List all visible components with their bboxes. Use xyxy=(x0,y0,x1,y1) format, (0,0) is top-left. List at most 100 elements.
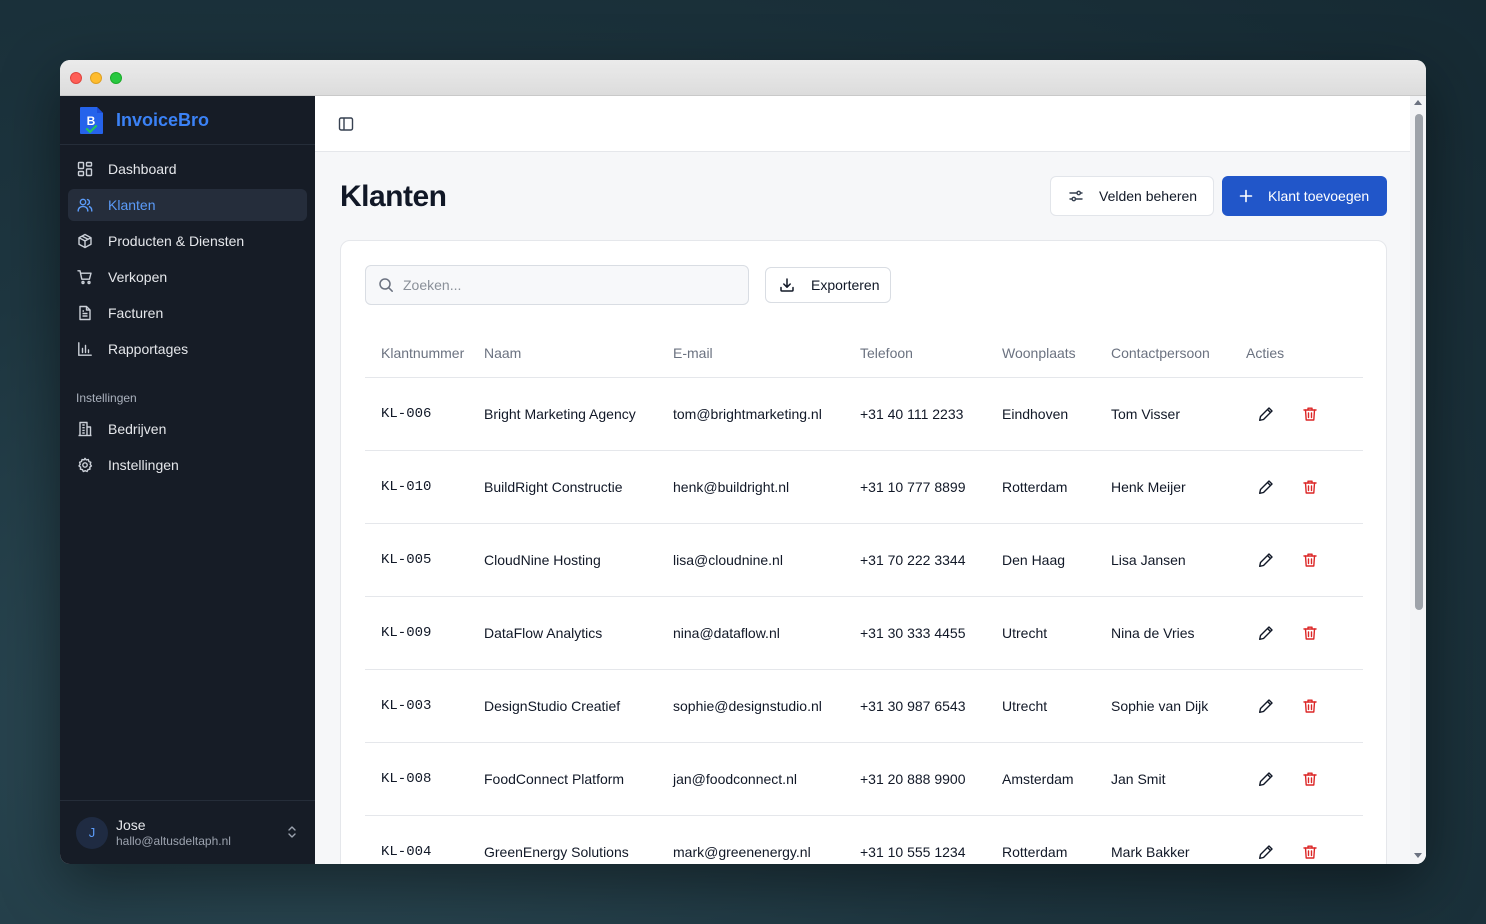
column-header-klantnummer[interactable]: Klantnummer xyxy=(365,345,484,361)
table-row[interactable]: KL-008 FoodConnect Platform jan@foodconn… xyxy=(365,743,1363,816)
sidebar-item-label: Rapportages xyxy=(108,341,189,357)
edit-button[interactable] xyxy=(1252,546,1280,574)
dashboard-icon xyxy=(77,161,93,177)
manage-fields-button[interactable]: Velden beheren xyxy=(1050,176,1214,216)
users-icon xyxy=(77,197,93,213)
delete-button[interactable] xyxy=(1296,400,1324,428)
sidebar-item-verkopen[interactable]: Verkopen xyxy=(68,261,307,293)
cell-telefoon: +31 30 987 6543 xyxy=(860,698,966,714)
edit-button[interactable] xyxy=(1252,692,1280,720)
cell-contactpersoon: Nina de Vries xyxy=(1111,625,1195,641)
table-row[interactable]: KL-005 CloudNine Hosting lisa@cloudnine.… xyxy=(365,524,1363,597)
export-button[interactable]: Exporteren xyxy=(765,267,891,303)
cell-klantnummer: KL-006 xyxy=(381,406,432,422)
cell-naam: DataFlow Analytics xyxy=(484,625,603,641)
delete-button[interactable] xyxy=(1296,473,1324,501)
plus-icon xyxy=(1239,189,1253,203)
brand[interactable]: B InvoiceBro xyxy=(60,96,315,145)
table-row[interactable]: KL-009 DataFlow Analytics nina@dataflow.… xyxy=(365,597,1363,670)
edit-button[interactable] xyxy=(1252,838,1280,864)
column-header-telefoon[interactable]: Telefoon xyxy=(860,345,1002,361)
scrollbar-thumb[interactable] xyxy=(1415,114,1423,610)
edit-button[interactable] xyxy=(1252,619,1280,647)
sidebar-item-label: Instellingen xyxy=(108,457,179,473)
table-row[interactable]: KL-010 BuildRight Constructie henk@build… xyxy=(365,451,1363,524)
edit-button[interactable] xyxy=(1252,473,1280,501)
window-titlebar xyxy=(60,60,1426,96)
delete-button[interactable] xyxy=(1296,692,1324,720)
topbar xyxy=(315,96,1426,152)
clients-table: Klantnummer Naam E-mail Telefoon Woonpla… xyxy=(365,329,1363,864)
sidebar-item-facturen[interactable]: Facturen xyxy=(68,297,307,329)
sidebar-item-dashboard[interactable]: Dashboard xyxy=(68,153,307,185)
cell-email: lisa@cloudnine.nl xyxy=(673,552,783,568)
cell-contactpersoon: Sophie van Dijk xyxy=(1111,698,1209,714)
table-row[interactable]: KL-006 Bright Marketing Agency tom@brigh… xyxy=(365,378,1363,451)
cell-naam: FoodConnect Platform xyxy=(484,771,625,787)
gear-icon xyxy=(77,457,93,473)
sidebar-item-klanten[interactable]: Klanten xyxy=(68,189,307,221)
minimize-window-button[interactable] xyxy=(90,72,102,84)
file-text-icon xyxy=(77,305,93,321)
sidebar-item-bedrijven[interactable]: Bedrijven xyxy=(68,413,307,445)
sidebar-toggle-icon[interactable] xyxy=(338,116,354,132)
column-header-woonplaats[interactable]: Woonplaats xyxy=(1002,345,1111,361)
cell-email: jan@foodconnect.nl xyxy=(673,771,797,787)
sidebar-item-producten[interactable]: Producten & Diensten xyxy=(68,225,307,257)
cart-icon xyxy=(77,269,93,285)
sidebar: B InvoiceBro Dashboard Klanten Producten… xyxy=(60,96,315,864)
sidebar-item-label: Klanten xyxy=(108,197,156,213)
column-header-email[interactable]: E-mail xyxy=(673,345,860,361)
add-client-label: Klant toevoegen xyxy=(1268,188,1370,204)
cell-telefoon: +31 10 777 8899 xyxy=(860,479,966,495)
app-window: B InvoiceBro Dashboard Klanten Producten… xyxy=(60,60,1426,864)
edit-button[interactable] xyxy=(1252,400,1280,428)
close-window-button[interactable] xyxy=(70,72,82,84)
trash-icon xyxy=(1303,626,1317,640)
cell-woonplaats: Rotterdam xyxy=(1002,479,1068,495)
add-client-button[interactable]: Klant toevoegen xyxy=(1222,176,1387,216)
column-header-naam[interactable]: Naam xyxy=(484,345,673,361)
cell-telefoon: +31 20 888 9900 xyxy=(860,771,966,787)
cell-klantnummer: KL-009 xyxy=(381,625,432,641)
search-input[interactable] xyxy=(403,277,733,293)
cell-woonplaats: Amsterdam xyxy=(1002,771,1074,787)
search-box[interactable] xyxy=(365,265,749,305)
clients-card: Exporteren Klantnummer Naam E-mail Telef… xyxy=(340,240,1387,864)
settings-nav: Bedrijven Instellingen xyxy=(60,413,315,481)
cell-email: nina@dataflow.nl xyxy=(673,625,780,641)
user-info: Jose hallo@altusdeltaph.nl xyxy=(116,817,231,848)
delete-button[interactable] xyxy=(1296,838,1324,864)
scroll-down-arrow-icon[interactable] xyxy=(1414,853,1422,858)
pencil-icon xyxy=(1259,407,1273,421)
delete-button[interactable] xyxy=(1296,546,1324,574)
cell-klantnummer: KL-008 xyxy=(381,771,432,787)
edit-button[interactable] xyxy=(1252,765,1280,793)
user-menu[interactable]: J Jose hallo@altusdeltaph.nl xyxy=(60,800,315,864)
table-row[interactable]: KL-004 GreenEnergy Solutions mark@greene… xyxy=(365,816,1363,864)
maximize-window-button[interactable] xyxy=(110,72,122,84)
cell-naam: GreenEnergy Solutions xyxy=(484,844,629,860)
cell-contactpersoon: Tom Visser xyxy=(1111,406,1180,422)
trash-icon xyxy=(1303,480,1317,494)
column-header-contactpersoon[interactable]: Contactpersoon xyxy=(1111,345,1246,361)
sidebar-item-instellingen[interactable]: Instellingen xyxy=(68,449,307,481)
pencil-icon xyxy=(1259,480,1273,494)
download-icon xyxy=(779,277,795,293)
cell-telefoon: +31 70 222 3344 xyxy=(860,552,966,568)
pencil-icon xyxy=(1259,699,1273,713)
cell-klantnummer: KL-004 xyxy=(381,844,432,860)
table-header: Klantnummer Naam E-mail Telefoon Woonpla… xyxy=(365,329,1363,378)
cell-telefoon: +31 10 555 1234 xyxy=(860,844,966,860)
delete-button[interactable] xyxy=(1296,619,1324,647)
scrollbar[interactable] xyxy=(1410,96,1426,864)
logo-letter: B xyxy=(87,114,96,128)
delete-button[interactable] xyxy=(1296,765,1324,793)
scroll-up-arrow-icon[interactable] xyxy=(1414,100,1422,105)
sidebar-item-rapportages[interactable]: Rapportages xyxy=(68,333,307,365)
cell-acties xyxy=(1246,838,1363,864)
table-row[interactable]: KL-003 DesignStudio Creatief sophie@desi… xyxy=(365,670,1363,743)
cell-woonplaats: Eindhoven xyxy=(1002,406,1069,422)
search-icon xyxy=(378,277,394,293)
user-name: Jose xyxy=(116,817,146,833)
